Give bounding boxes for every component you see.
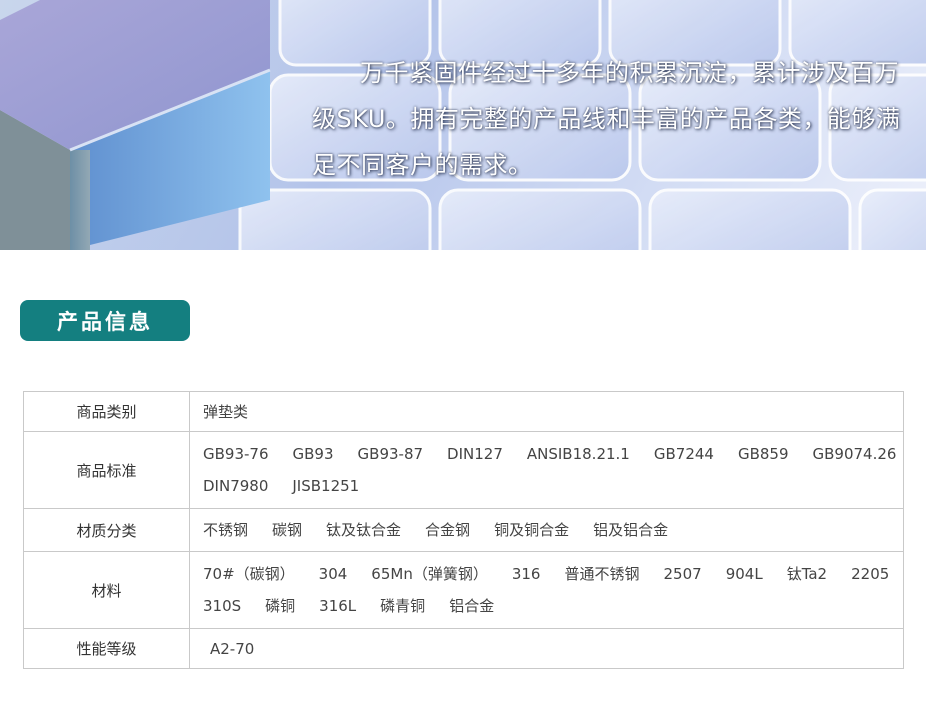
value-item: 2507: [663, 565, 702, 583]
value-item: GB93: [292, 445, 334, 463]
value-item: 钛及钛合金: [326, 521, 402, 539]
table-row-performance-grade: 性能等级 A2-70: [23, 628, 904, 669]
value-item: JISB1251: [292, 477, 360, 495]
value-item: A2-70: [210, 639, 255, 658]
value-item: 2205: [851, 565, 890, 583]
value-item: 合金钢: [425, 521, 471, 539]
row-label: 材质分类: [23, 508, 190, 552]
table-row-materials: 材料 70#（碳钢） 304 65Mn（弹簧钢） 316 普通不锈钢 2507 904L 钛T…: [23, 551, 904, 629]
row-label: 材料: [23, 551, 190, 629]
table-row-standards: 商品标准 GB93-76 GB93 GB93-87 DIN127 ANSIB18.21.…: [23, 431, 904, 509]
value-item: 碳钢: [272, 521, 303, 539]
value-item: GB9074.26: [812, 445, 897, 463]
row-label: 商品标准: [23, 431, 190, 509]
row-values: A2-70: [189, 628, 904, 669]
value-item: 304: [318, 565, 348, 583]
value-item: 70#（碳钢）: [203, 565, 295, 583]
value-item: 65Mn（弹簧钢）: [371, 565, 488, 583]
value-item: 316: [511, 565, 541, 583]
value-item: ANSIB18.21.1: [526, 445, 630, 463]
value-item: 钛Ta2: [786, 565, 828, 583]
value-item: GB859: [737, 445, 789, 463]
row-values: GB93-76 GB93 GB93-87 DIN127 ANSIB18.21.1 GB72…: [189, 431, 904, 509]
value-item: GB93-87: [357, 445, 424, 463]
value-item: 磷铜: [265, 597, 296, 615]
row-label: 性能等级: [23, 628, 190, 669]
value-item: 310S: [203, 597, 242, 615]
row-label: 商品类别: [23, 391, 190, 432]
table-row-category: 商品类别 弹垫类: [23, 391, 904, 432]
value-item: 弹垫类: [203, 402, 249, 421]
row-values: 不锈钢 碳钢 钛及钛合金 合金钢 铜及铜合金 铝及铝合金: [189, 508, 904, 552]
value-item: GB93-76: [203, 445, 269, 463]
value-item: DIN7980: [203, 477, 269, 495]
value-item: GB7244: [653, 445, 714, 463]
value-item: 铜及铜合金: [494, 521, 570, 539]
hero-banner: 万千紧固件经过十多年的积累沉淀，累计涉及百万级SKU。拥有完整的产品线和丰富的产…: [0, 0, 926, 250]
value-item: 铝及铝合金: [593, 521, 669, 539]
product-info-table: 商品类别 弹垫类 商品标准 GB93-76 GB93 GB93-87 DIN127 AN…: [23, 391, 904, 669]
section-title-badge: 产品信息: [20, 300, 190, 341]
hero-description: 万千紧固件经过十多年的积累沉淀，累计涉及百万级SKU。拥有完整的产品线和丰富的产…: [312, 59, 901, 179]
value-item: 磷青铜: [380, 597, 426, 615]
row-values: 70#（碳钢） 304 65Mn（弹簧钢） 316 普通不锈钢 2507 904L 钛Ta2 2…: [189, 551, 904, 629]
value-item: 316L: [319, 597, 357, 615]
value-item: 铝合金: [449, 597, 495, 615]
row-values: 弹垫类: [189, 391, 904, 432]
value-item: 904L: [725, 565, 763, 583]
value-item: 普通不锈钢: [564, 565, 640, 583]
value-item: DIN127: [447, 445, 503, 463]
value-item: 不锈钢: [203, 521, 249, 539]
table-row-material-class: 材质分类 不锈钢 碳钢 钛及钛合金 合金钢 铜及铜合金 铝及铝合金: [23, 508, 904, 552]
